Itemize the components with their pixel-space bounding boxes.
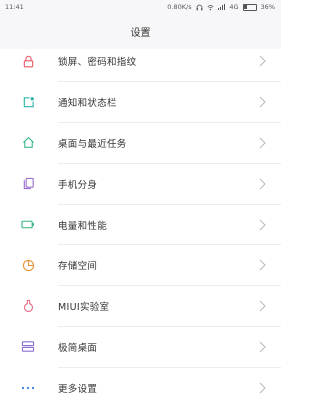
chevron-right-icon <box>259 96 266 108</box>
status-time: 11:41 <box>5 3 24 11</box>
wifi-icon <box>207 4 214 10</box>
settings-list: 锁屏、密码和指纹 通知和状态栏 桌面与最近任务 手机分身 电量和性能 存储空间 … <box>0 41 281 408</box>
settings-item-desktop-recents[interactable]: 桌面与最近任务 <box>0 123 281 164</box>
settings-item-label: 极简桌面 <box>58 342 98 354</box>
settings-item-more-settings[interactable]: 更多设置 <box>0 367 281 408</box>
settings-item-label: 通知和状态栏 <box>58 98 117 110</box>
battery-icon <box>242 3 257 11</box>
notification-icon <box>21 95 35 109</box>
simple-desktop-icon <box>21 340 35 354</box>
settings-item-second-space[interactable]: 手机分身 <box>0 163 281 205</box>
settings-item-storage[interactable]: 存储空间 <box>0 245 281 286</box>
settings-item-label: 桌面与最近任务 <box>58 138 127 150</box>
chevron-right-icon <box>259 56 266 67</box>
battery-percent: 36% <box>260 3 275 11</box>
settings-item-miui-lab[interactable]: MIUI实验室 <box>0 286 281 327</box>
network-speed: 0.80K/s <box>167 3 192 11</box>
chevron-right-icon <box>259 382 266 394</box>
home-icon <box>21 136 35 150</box>
settings-item-label: MIUI实验室 <box>58 302 110 314</box>
more-dots-icon <box>21 381 35 395</box>
headphones-icon <box>196 4 203 10</box>
page-title: 设置 <box>130 28 151 39</box>
status-bar: 11:41 0.80K/s 4G 36% <box>0 0 281 14</box>
network-type: 4G <box>229 3 239 11</box>
chevron-right-icon <box>259 137 266 149</box>
flask-icon <box>21 299 35 313</box>
chevron-right-icon <box>259 260 266 271</box>
storage-pie-icon <box>21 258 35 272</box>
settings-item-simple-desktop[interactable]: 极简桌面 <box>0 327 281 368</box>
settings-item-label: 存储空间 <box>58 261 98 273</box>
chevron-right-icon <box>259 300 266 312</box>
chevron-right-icon <box>259 219 266 230</box>
settings-item-notifications-status-bar[interactable]: 通知和状态栏 <box>0 82 281 123</box>
chevron-right-icon <box>259 178 266 190</box>
settings-item-battery-performance[interactable]: 电量和性能 <box>0 204 281 245</box>
settings-item-label: 手机分身 <box>58 179 98 191</box>
settings-item-label: 更多设置 <box>58 383 98 395</box>
clone-icon <box>21 177 35 191</box>
settings-item-lock-password-fingerprint[interactable]: 锁屏、密码和指纹 <box>0 41 281 82</box>
chevron-right-icon <box>259 341 266 353</box>
battery-icon <box>21 218 35 232</box>
signal-icon <box>217 4 226 10</box>
status-right-group: 0.80K/s 4G 36% <box>167 3 275 11</box>
settings-item-label: 电量和性能 <box>58 220 108 232</box>
settings-item-label: 锁屏、密码和指纹 <box>58 57 137 69</box>
lock-icon <box>21 54 35 68</box>
